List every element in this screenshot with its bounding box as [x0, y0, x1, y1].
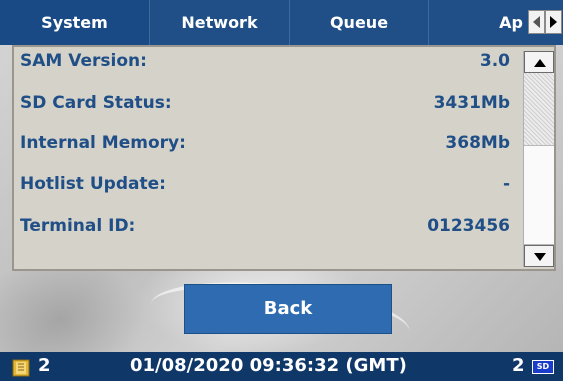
info-value: 3431Mb — [433, 93, 510, 113]
info-value: 368Mb — [445, 133, 510, 153]
info-value: - — [502, 174, 510, 194]
tab-scroll-right-button[interactable] — [545, 10, 562, 34]
tab-bar: System Network Queue Ap — [0, 0, 563, 45]
scroll-thumb[interactable] — [524, 145, 554, 245]
arrow-down-icon — [534, 253, 546, 261]
tab-network[interactable]: Network — [150, 0, 290, 45]
panel-scrollbar[interactable] — [523, 51, 554, 267]
info-label: Terminal ID: — [20, 216, 136, 236]
info-row-terminal-id: Terminal ID: 0123456 — [20, 216, 510, 246]
info-row-internal-memory: Internal Memory: 368Mb — [20, 133, 510, 163]
arrow-up-icon — [534, 59, 546, 67]
sim-count: 2 — [38, 355, 51, 376]
tab-scroll-left-button[interactable] — [528, 10, 545, 34]
tab-system[interactable]: System — [0, 0, 150, 45]
info-row-sam-version: SAM Version: 3.0 — [20, 51, 510, 81]
info-value: 0123456 — [427, 216, 510, 236]
info-label: SAM Version: — [20, 51, 147, 71]
status-bar: 2 01/08/2020 09:36:32 (GMT) 2 SD — [0, 352, 563, 381]
info-row-hotlist-update: Hotlist Update: - — [20, 174, 510, 204]
scroll-down-button[interactable] — [524, 245, 554, 267]
info-label: Hotlist Update: — [20, 174, 166, 194]
info-row-sd-card-status: SD Card Status: 3431Mb — [20, 93, 510, 123]
sd-card-icon: SD — [532, 360, 554, 374]
tab-queue[interactable]: Queue — [290, 0, 429, 45]
info-value: 3.0 — [479, 51, 510, 71]
system-info-panel: SAM Version: 3.0 SD Card Status: 3431Mb … — [12, 45, 556, 271]
sd-icon-text: SD — [536, 362, 550, 371]
chevron-right-icon — [550, 16, 557, 28]
chevron-left-icon — [533, 16, 540, 28]
info-label: Internal Memory: — [20, 133, 186, 153]
sd-count: 2 — [512, 355, 525, 376]
info-label: SD Card Status: — [20, 93, 172, 113]
back-button[interactable]: Back — [184, 284, 392, 334]
scroll-track[interactable] — [524, 73, 554, 145]
scroll-up-button[interactable] — [524, 51, 554, 73]
sim-card-icon — [12, 359, 30, 377]
tab-apps[interactable]: Ap — [429, 0, 529, 45]
status-datetime: 01/08/2020 09:36:32 (GMT) — [130, 355, 407, 376]
